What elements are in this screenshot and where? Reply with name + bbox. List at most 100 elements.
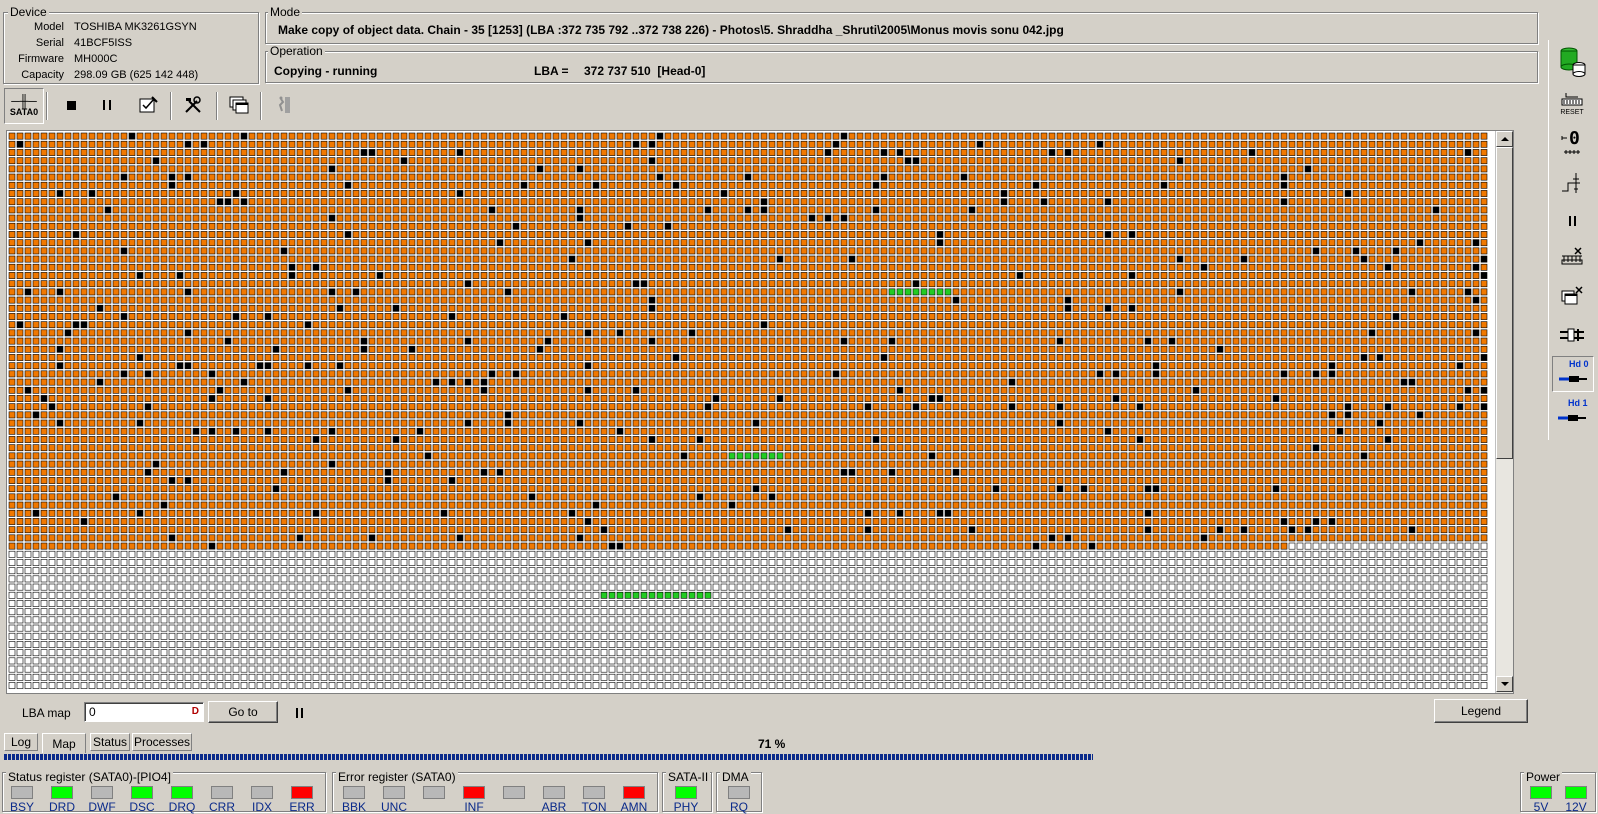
legend-button[interactable]: Legend xyxy=(1434,699,1528,723)
serial-value: 41BCF5ISS xyxy=(74,35,132,51)
drive-power-icon xyxy=(1557,45,1587,77)
tab-log[interactable]: Log xyxy=(4,733,38,751)
mode-panel: Mode Make copy of object data. Chain - 3… xyxy=(265,12,1538,44)
capacity-value: 298.09 GB (625 142 448) xyxy=(74,67,198,83)
error-led-unused-4 xyxy=(503,786,525,799)
connector-icon xyxy=(1558,325,1586,345)
power-connector-button[interactable] xyxy=(1554,166,1590,200)
reset-button[interactable]: RESET xyxy=(1554,86,1590,120)
map-pause-icon[interactable] xyxy=(296,708,303,718)
stop-icon xyxy=(67,101,76,110)
exit-button[interactable] xyxy=(268,88,298,122)
close-copy-button[interactable] xyxy=(1554,280,1590,314)
sata-legend: SATA-II xyxy=(666,771,710,783)
sata-panel: SATA-II PHY xyxy=(662,772,712,812)
lba-map-label: LBA map xyxy=(22,706,71,720)
device-legend: Device xyxy=(8,6,49,18)
windows-icon xyxy=(228,95,250,115)
drive-power-button[interactable] xyxy=(1554,44,1590,78)
device-model-row: Model TOSHIBA MK3261GSYN xyxy=(4,19,254,35)
model-label: Model xyxy=(34,19,64,35)
serial-label: Serial xyxy=(36,35,64,51)
close-windows-icon xyxy=(1559,285,1585,309)
arrow-down-icon xyxy=(1501,682,1509,686)
capacity-label: Capacity xyxy=(21,67,64,83)
reset-icon xyxy=(1560,91,1584,109)
exit-icon xyxy=(273,95,293,115)
connector-settings-button[interactable] xyxy=(1554,318,1590,352)
tab-status[interactable]: Status xyxy=(90,733,130,751)
pause-icon xyxy=(103,100,111,110)
power-panel: Power 5V 12V xyxy=(1520,772,1596,812)
device-capacity-row: Capacity 298.09 GB (625 142 448) xyxy=(4,67,254,83)
device-panel: Device Model TOSHIBA MK3261GSYN Serial 4… xyxy=(3,12,259,84)
disconnect-button[interactable] xyxy=(1554,240,1590,274)
lba-map-input[interactable]: 0 xyxy=(89,705,96,719)
operation-lba-label: LBA = xyxy=(534,64,569,78)
decimal-mode-icon[interactable]: D xyxy=(192,706,199,717)
sector-map[interactable] xyxy=(6,130,1514,694)
status-led-drq xyxy=(171,786,193,799)
dma-legend: DMA xyxy=(720,771,751,783)
power-legend: Power xyxy=(1524,771,1562,783)
error-led-unc xyxy=(383,786,405,799)
model-value: TOSHIBA MK3261GSYN xyxy=(74,19,197,35)
pause-button[interactable] xyxy=(94,88,120,122)
copy-windows-button[interactable] xyxy=(224,88,254,122)
operation-lba-value: 372 737 510 [Head-0] xyxy=(584,64,705,78)
side-pause-button[interactable] xyxy=(1554,204,1590,238)
edit-task-button[interactable] xyxy=(134,88,164,122)
map-scrollbar[interactable] xyxy=(1495,131,1513,693)
head1-icon xyxy=(1556,410,1588,426)
head0-icon xyxy=(1557,371,1589,387)
dma-panel: DMA RQ xyxy=(716,772,762,812)
reset-label: RESET xyxy=(1560,109,1583,116)
lba-map-input-box[interactable]: 0 D xyxy=(84,702,204,722)
error-register-legend: Error register (SATA0) xyxy=(336,771,458,783)
stop-button[interactable] xyxy=(58,88,84,122)
error-led-amn xyxy=(623,786,645,799)
drive-ident-button[interactable]: 0 xyxy=(1554,124,1590,158)
zero-fill-icon: 0 xyxy=(1560,126,1584,156)
status-led-idx xyxy=(251,786,273,799)
scroll-thumb[interactable] xyxy=(1496,147,1513,459)
rq-led xyxy=(728,786,750,799)
main-toolbar: ─╫─ SATA0 xyxy=(2,88,302,124)
progress-fill xyxy=(4,754,1093,760)
error-led-inf xyxy=(463,786,485,799)
scroll-down-button[interactable] xyxy=(1496,676,1513,692)
status-led-err xyxy=(291,786,313,799)
operation-status: Copying - running xyxy=(274,64,377,78)
arrow-up-icon xyxy=(1501,137,1509,141)
power-5v-led xyxy=(1530,786,1552,799)
device-firmware-row: Firmware MH000C xyxy=(4,51,254,67)
side-pause-icon xyxy=(1569,216,1576,226)
edit-task-icon xyxy=(138,95,160,115)
sata-port-button[interactable]: ─╫─ SATA0 xyxy=(4,88,44,124)
status-led-dwf xyxy=(91,786,113,799)
power-12v-led xyxy=(1565,786,1587,799)
firmware-label: Firmware xyxy=(18,51,64,67)
goto-button[interactable]: Go to xyxy=(208,701,278,723)
status-register-panel: Status register (SATA0)-[PIO4] BSYDRDDWF… xyxy=(2,772,326,812)
error-led-ton xyxy=(583,786,605,799)
head0-button[interactable]: Hd 0 xyxy=(1552,356,1594,392)
head1-button[interactable]: Hd 1 xyxy=(1552,396,1594,432)
status-led-dsc xyxy=(131,786,153,799)
error-led-unused-2 xyxy=(423,786,445,799)
tab-processes[interactable]: Processes xyxy=(132,733,192,751)
port-connector-icon: ─╫─ xyxy=(11,95,37,107)
disconnect-icon xyxy=(1559,246,1585,268)
firmware-value: MH000C xyxy=(74,51,117,67)
mode-legend: Mode xyxy=(268,6,302,18)
status-led-bsy xyxy=(11,786,33,799)
sata-port-label: SATA0 xyxy=(10,107,38,117)
device-serial-row: Serial 41BCF5ISS xyxy=(4,35,254,51)
operation-legend: Operation xyxy=(268,45,325,57)
tools-button[interactable] xyxy=(178,88,208,122)
tools-icon xyxy=(183,95,203,115)
status-led-drd xyxy=(51,786,73,799)
scroll-up-button[interactable] xyxy=(1496,131,1513,147)
operation-panel: Operation Copying - running LBA = 372 73… xyxy=(265,51,1538,83)
tab-map[interactable]: Map xyxy=(42,733,86,753)
